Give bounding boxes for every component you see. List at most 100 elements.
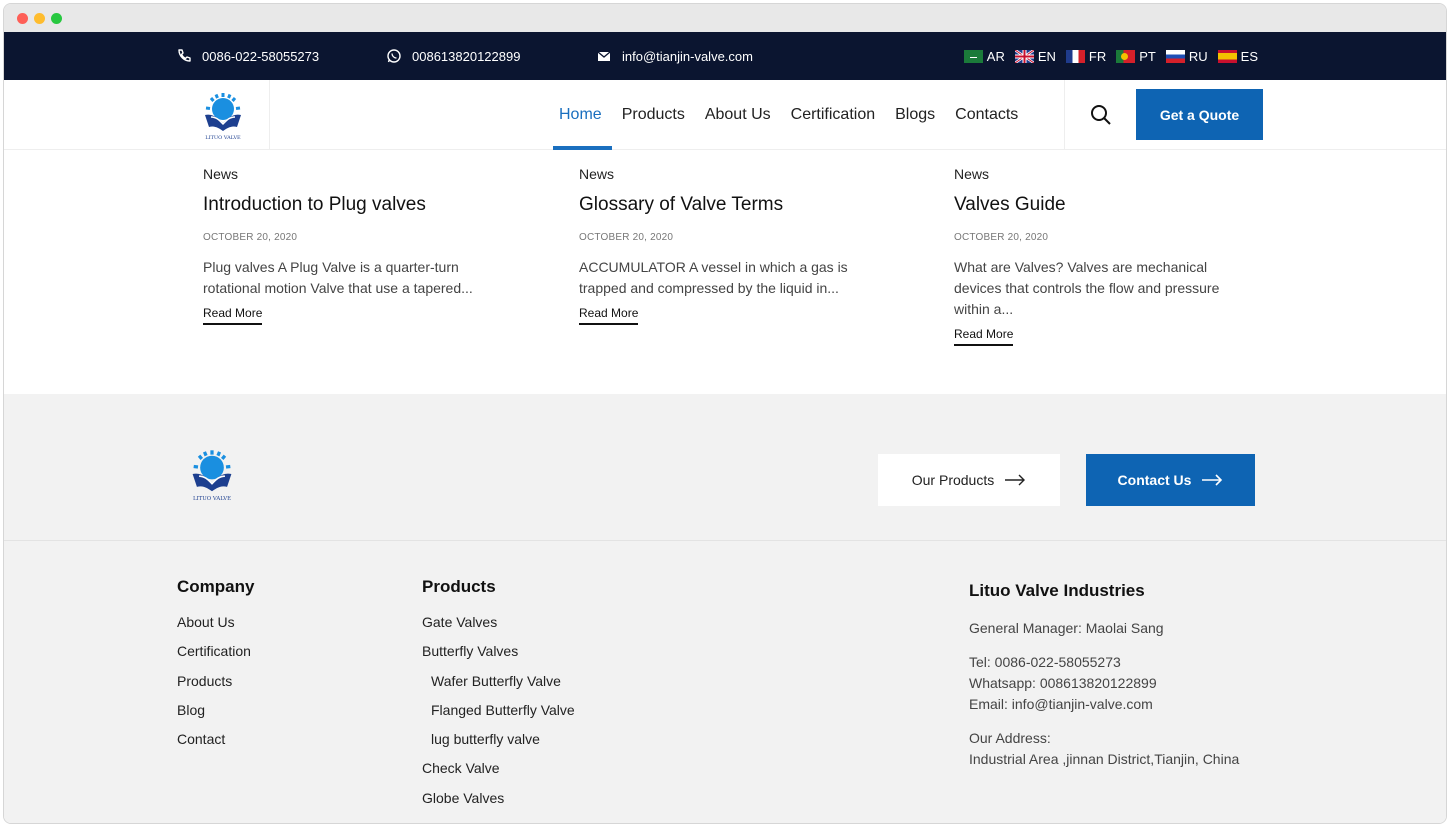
top-contact-bar: 0086-022-58055273 008613820122899 info@t…: [4, 32, 1446, 80]
footer-products-column: Products Gate Valves Butterfly Valves Wa…: [422, 577, 575, 819]
news-title[interactable]: Valves Guide: [954, 194, 1254, 216]
search-icon: [1091, 105, 1111, 125]
footer-contact-block: Lituo Valve Industries General Manager: …: [969, 581, 1269, 770]
france-flag-icon: [1065, 49, 1085, 63]
phone-icon: [178, 49, 191, 62]
lang-ru-label: RU: [1188, 48, 1208, 64]
arrow-right-icon: [1202, 474, 1223, 486]
read-more-link[interactable]: Read More: [579, 306, 639, 325]
nav-certification[interactable]: Certification: [781, 80, 885, 150]
read-more-link[interactable]: Read More: [203, 306, 263, 325]
footer-link-about-us[interactable]: About Us: [177, 614, 254, 643]
lang-pt[interactable]: PT: [1116, 49, 1156, 64]
primary-nav: Home Products About Us Certification Blo…: [549, 80, 1028, 150]
contact-us-button[interactable]: Contact Us: [1086, 454, 1255, 506]
footer-company-title: Company: [177, 577, 255, 596]
spain-flag-icon: [1217, 49, 1237, 63]
whatsapp-icon: [387, 49, 401, 63]
site-logo[interactable]: LITUO VALVE: [176, 80, 270, 150]
svg-text:LITUO VALVE: LITUO VALVE: [193, 496, 231, 502]
news-section: News Introduction to Plug valves OCTOBER…: [4, 150, 1446, 394]
close-window-button[interactable]: [17, 13, 28, 24]
lituo-valve-logo-icon: LITUO VALVE: [204, 93, 241, 141]
mail-icon: [597, 51, 611, 61]
footer-link-butterfly-valves[interactable]: Butterfly Valves: [422, 643, 575, 672]
footer-link-check-valve[interactable]: Check Valve: [422, 760, 575, 789]
lang-es[interactable]: ES: [1217, 48, 1258, 64]
topbar-whatsapp-text: 008613820122899: [412, 48, 521, 64]
svg-text:LITUO VALVE: LITUO VALVE: [205, 135, 241, 141]
lang-ar-label: AR: [986, 48, 1005, 64]
news-card: News Introduction to Plug valves OCTOBER…: [203, 166, 503, 325]
news-date: OCTOBER 20, 2020: [954, 232, 1049, 243]
nav-home[interactable]: Home: [549, 80, 612, 150]
main-navbar: LITUO VALVE Home Products About Us Certi…: [4, 80, 1446, 150]
lang-en[interactable]: EN: [1014, 48, 1056, 64]
nav-divider: [1064, 80, 1065, 150]
nav-about-us[interactable]: About Us: [695, 80, 781, 150]
footer-whatsapp[interactable]: Whatsapp: 008613820122899: [969, 673, 1269, 694]
topbar-phone-text: 0086-022-58055273: [202, 48, 320, 64]
portugal-flag-icon: [1116, 49, 1136, 63]
news-category[interactable]: News: [954, 166, 1254, 182]
get-quote-button[interactable]: Get a Quote: [1136, 89, 1263, 140]
lang-fr[interactable]: FR: [1065, 48, 1107, 64]
news-category[interactable]: News: [579, 166, 879, 182]
arrow-right-icon: [1005, 474, 1026, 486]
window-titlebar: [4, 4, 1446, 32]
site-footer: Company About Us Certification Products …: [4, 541, 1446, 823]
news-title[interactable]: Glossary of Valve Terms: [579, 194, 879, 216]
our-products-label: Our Products: [911, 472, 995, 488]
footer-email[interactable]: Email: info@tianjin-valve.com: [969, 694, 1269, 715]
topbar-phone[interactable]: 0086-022-58055273: [176, 32, 319, 80]
footer-logo[interactable]: LITUO VALVE: [184, 446, 240, 507]
read-more-link[interactable]: Read More: [954, 327, 1014, 346]
footer-link-lug-butterfly-valve[interactable]: lug butterfly valve: [422, 731, 575, 760]
footer-link-flanged-butterfly-valve[interactable]: Flanged Butterfly Valve: [422, 702, 575, 731]
nav-contacts[interactable]: Contacts: [945, 80, 1028, 150]
lang-pt-label: PT: [1139, 48, 1156, 64]
footer-link-gate-valves[interactable]: Gate Valves: [422, 614, 575, 643]
browser-window: 0086-022-58055273 008613820122899 info@t…: [3, 3, 1447, 824]
nav-products[interactable]: Products: [612, 80, 695, 150]
footer-company-column: Company About Us Certification Products …: [177, 577, 254, 760]
maximize-window-button[interactable]: [51, 13, 62, 24]
lang-en-label: EN: [1037, 48, 1056, 64]
lang-ru[interactable]: RU: [1165, 48, 1208, 64]
news-excerpt: ACCUMULATOR A vessel in which a gas is t…: [579, 259, 848, 296]
lituo-valve-logo-icon: LITUO VALVE: [192, 450, 232, 502]
nav-blogs[interactable]: Blogs: [885, 80, 945, 150]
lang-fr-label: FR: [1088, 48, 1107, 64]
footer-link-products[interactable]: Products: [177, 673, 254, 702]
minimize-window-button[interactable]: [34, 13, 45, 24]
language-switcher: AR EN FR PT RU ES: [963, 32, 1258, 80]
footer-link-wafer-butterfly-valve[interactable]: Wafer Butterfly Valve: [422, 673, 575, 702]
lang-es-label: ES: [1240, 48, 1258, 64]
topbar-email-text: info@tianjin-valve.com: [622, 48, 753, 64]
cta-band: LITUO VALVE Our Products Contact Us: [4, 394, 1446, 541]
russia-flag-icon: [1165, 49, 1185, 63]
topbar-whatsapp[interactable]: 008613820122899: [386, 32, 520, 80]
news-excerpt: Plug valves A Plug Valve is a quarter-tu…: [203, 259, 473, 296]
saudi-flag-icon: [963, 49, 983, 63]
footer-address: Industrial Area ,jinnan District,Tianjin…: [969, 751, 1240, 767]
footer-link-certification[interactable]: Certification: [177, 643, 254, 672]
topbar-email[interactable]: info@tianjin-valve.com: [596, 32, 753, 80]
footer-address-label: Our Address:: [969, 730, 1051, 746]
footer-link-blog[interactable]: Blog: [177, 702, 254, 731]
footer-link-globe-valves[interactable]: Globe Valves: [422, 790, 575, 819]
news-title[interactable]: Introduction to Plug valves: [203, 194, 503, 216]
news-date: OCTOBER 20, 2020: [203, 232, 298, 243]
news-category[interactable]: News: [203, 166, 503, 182]
our-products-button[interactable]: Our Products: [878, 454, 1060, 506]
search-button[interactable]: [1088, 102, 1114, 128]
footer-tel[interactable]: Tel: 0086-022-58055273: [969, 652, 1269, 673]
uk-flag-icon: [1014, 49, 1034, 63]
footer-link-contact[interactable]: Contact: [177, 731, 254, 760]
footer-products-title: Products: [422, 577, 496, 596]
news-excerpt: What are Valves? Valves are mechanical d…: [954, 259, 1220, 317]
news-card: News Valves Guide OCTOBER 20, 2020 What …: [954, 166, 1254, 346]
news-date: OCTOBER 20, 2020: [579, 232, 674, 243]
footer-manager: General Manager: Maolai Sang: [969, 620, 1164, 636]
lang-ar[interactable]: AR: [963, 48, 1005, 64]
